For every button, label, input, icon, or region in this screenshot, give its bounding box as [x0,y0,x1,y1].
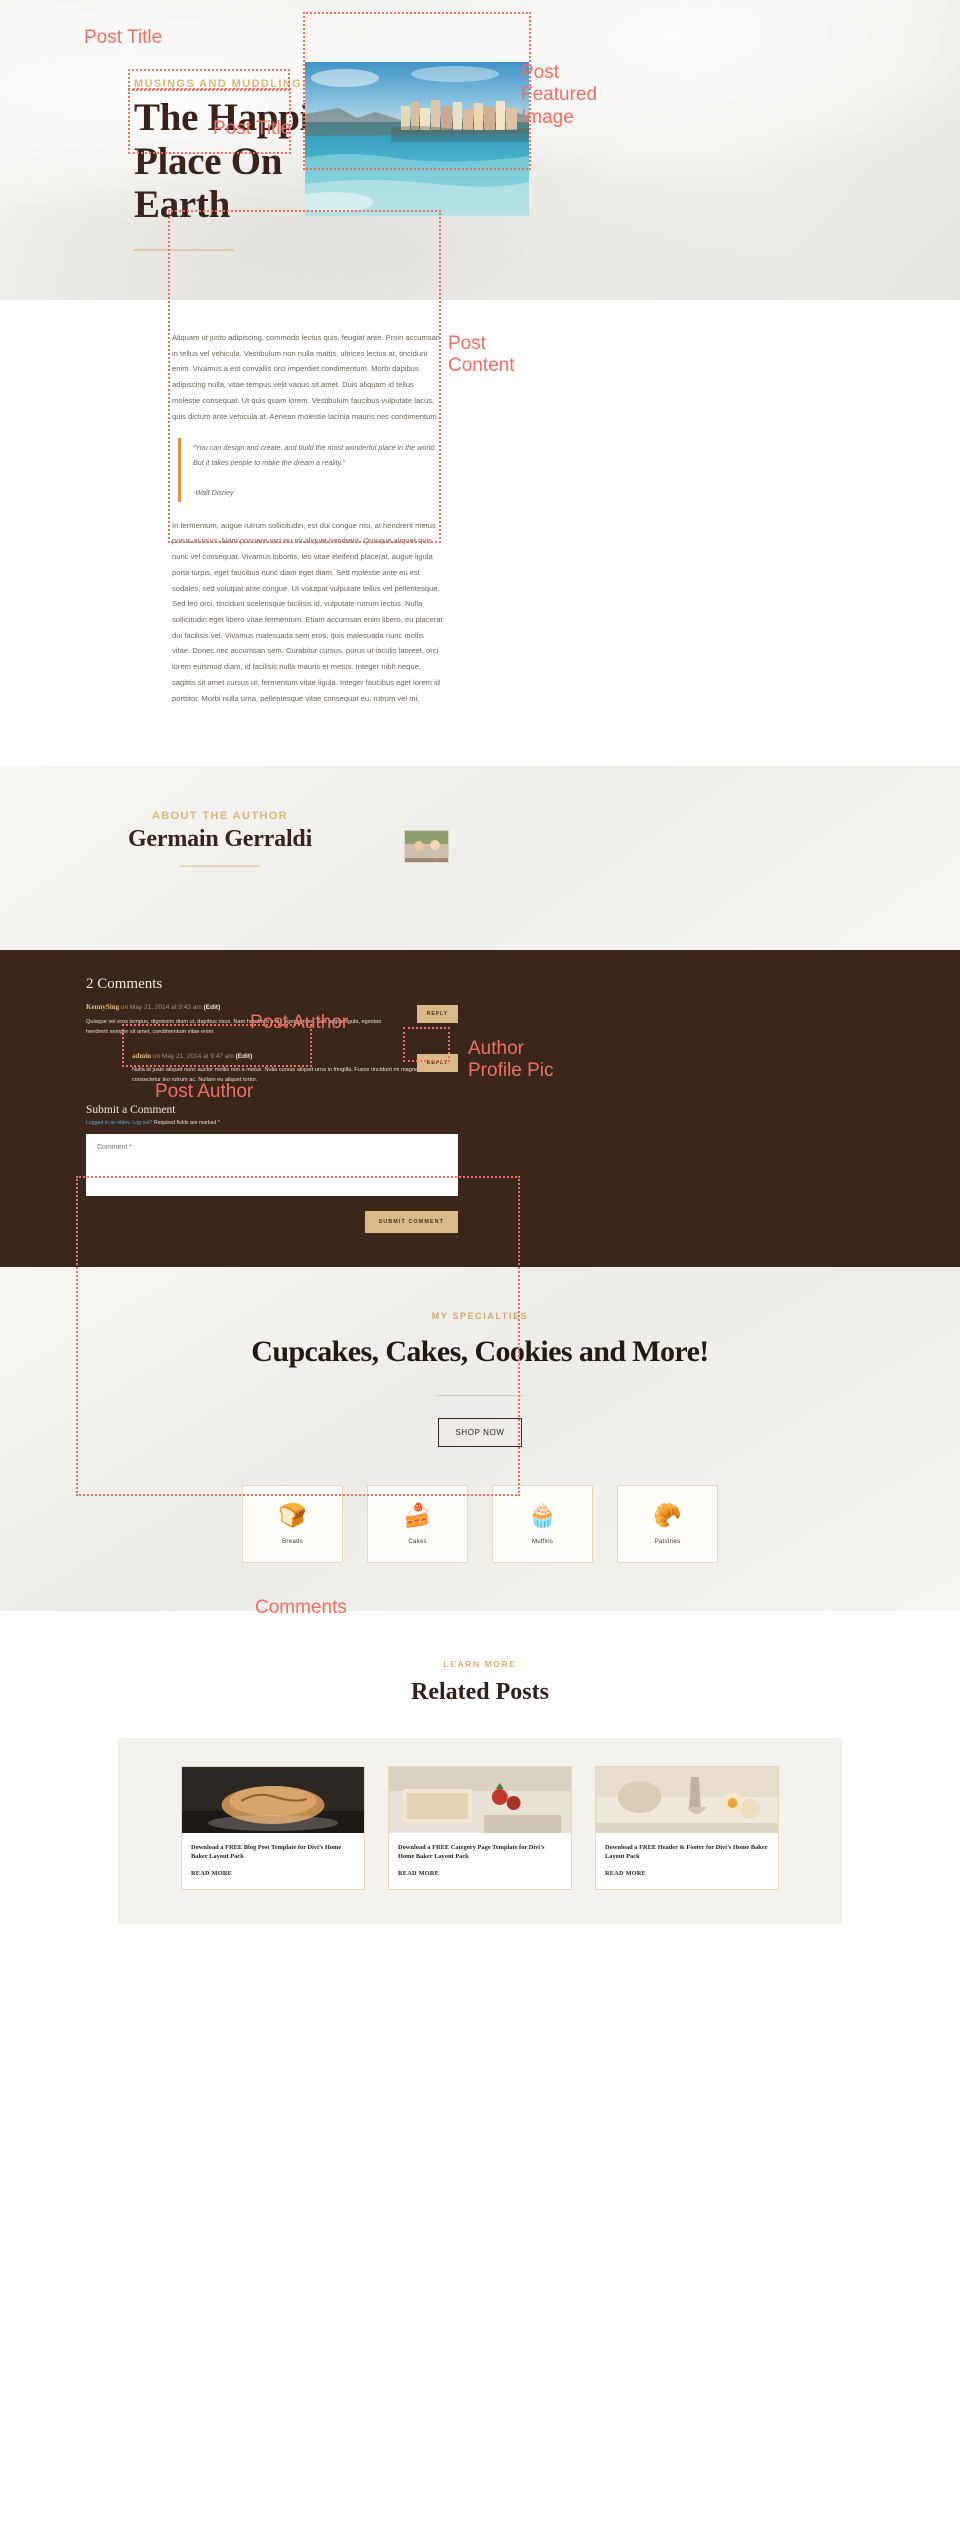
logged-in-notice: Logged in as etdev. Log out? Required fi… [86,1120,458,1126]
comment-edit-link[interactable]: (Edit) [204,1004,221,1011]
post-content: Aliquam ut justo adipiscing, commodo lec… [172,330,444,706]
related-post-title: Download a FREE Header & Footer for Divi… [605,1844,768,1861]
read-more-link[interactable]: READ MORE [398,1870,562,1877]
related-post-card[interactable]: Download a FREE Header & Footer for Divi… [595,1766,779,1890]
related-post-thumbnail [389,1767,571,1834]
cake-slice-icon: 🍰 [403,1501,432,1528]
submit-comment-heading: Submit a Comment [86,1104,176,1117]
specialty-card-label: Muffins [531,1537,554,1545]
related-post-thumbnail [182,1767,364,1834]
specialty-card-label: Patstries [654,1537,681,1545]
read-more-link[interactable]: READ MORE [191,1870,355,1877]
read-more-link[interactable]: READ MORE [605,1870,769,1877]
author-profile-pic [404,830,449,864]
related-post-card[interactable]: Download a FREE Blog Post Template for D… [181,1766,365,1890]
comment-item: KennySing on May 21, 2014 at 9:43 am (Ed… [86,1003,458,1037]
specialty-card-label: Cakes [408,1537,427,1545]
author-name: Germain Gerraldi [127,826,313,853]
logged-in-user-link[interactable]: Logged in as etdev. [86,1120,131,1126]
submit-comment-button[interactable]: SUBMIT COMMENT [364,1211,458,1234]
comment-author[interactable]: KennySing [86,1003,119,1011]
post-paragraph-1: Aliquam ut justo adipiscing, commodo lec… [172,333,441,421]
comments-section: 2 Comments KennySing on May 21, 2014 at … [0,950,960,1268]
related-post-card[interactable]: Download a FREE Category Page Template f… [388,1766,572,1890]
specialty-card-cakes[interactable]: 🍰 Cakes [367,1485,468,1564]
post-author-section: ABOUT THE AUTHOR Germain Gerraldi [0,766,960,951]
blockquote-citation: -Walt Disney [193,487,234,497]
author-avatar-graphic [405,831,448,863]
related-post-thumbnail [596,1767,778,1834]
specialty-card-label: Breads [282,1537,303,1545]
comment-date: on May 21, 2014 at 9:43 am [119,1004,204,1012]
featured-image-graphic [305,62,529,216]
muffin-icon: 🧁 [528,1501,557,1528]
post-content-section: Aliquam ut justo adipiscing, commodo lec… [0,300,960,767]
related-posts-section: LEARN MORE Related Posts Download a FREE… [0,1611,960,1974]
related-eyebrow: LEARN MORE [443,1659,517,1670]
comment-meta: KennySing on May 21, 2014 at 9:43 am (Ed… [86,1003,458,1013]
specialties-divider [437,1395,523,1397]
comment-body: Nulla at justo aliquet nunc auctor molli… [132,1067,431,1084]
specialty-card-pastries[interactable]: 🥐 Patstries [617,1485,718,1564]
post-paragraph-2: In fermentum, augue rutrum sollicitudin,… [172,520,443,703]
post-blockquote: “You can design and create, and build th… [178,438,444,502]
specialty-card-breads[interactable]: 🍞 Breads [242,1485,343,1564]
related-post-title: Download a FREE Category Page Template f… [398,1844,545,1861]
related-title: Related Posts [411,1679,549,1706]
comment-input[interactable] [86,1134,458,1197]
author-eyebrow: ABOUT THE AUTHOR [151,810,289,823]
specialties-section: MY SPECIALTIES Cupcakes, Cakes, Cookies … [0,1267,960,1612]
logout-link[interactable]: Log out? [131,1120,152,1126]
specialties-eyebrow: MY SPECIALTIES [431,1311,529,1322]
title-divider [134,249,234,252]
comment-date: on May 21, 2014 at 9:47 am [151,1052,236,1060]
hero-section: MUSINGS AND MUDDLINGS The Happiest Place… [0,0,960,300]
reply-button[interactable]: REPLY [416,1053,458,1072]
reply-button[interactable]: REPLY [416,1005,458,1024]
specialties-title: Cupcakes, Cakes, Cookies and More! [251,1335,709,1369]
blog-post-page: MUSINGS AND MUDDLINGS The Happiest Place… [0,0,960,1974]
specialty-cards-row: 🍞 Breads 🍰 Cakes 🧁 Muffins 🥐 Patstries [0,1485,960,1564]
related-post-title: Download a FREE Blog Post Template for D… [191,1844,342,1861]
croissant-icon: 🥐 [653,1501,682,1528]
related-posts-row: Download a FREE Blog Post Template for D… [118,1766,842,1890]
required-fields-note: Required fields are marked * [152,1120,220,1127]
author-block: ABOUT THE AUTHOR Germain Gerraldi [120,810,320,868]
author-divider [180,865,260,868]
shop-now-button[interactable]: SHOP NOW [438,1418,522,1448]
comment-body: Quisque vel eros tempus, dignissim diam … [86,1019,382,1035]
post-featured-image [305,62,529,216]
comments-heading: 2 Comments [86,976,163,993]
specialty-card-muffins[interactable]: 🧁 Muffins [492,1485,593,1564]
comment-edit-link[interactable]: (Edit) [236,1053,253,1060]
comment-meta: admin on May 21, 2014 at 9:47 am (Edit) [132,1052,458,1062]
blockquote-text: “You can design and create, and build th… [193,443,437,468]
comment-author[interactable]: admin [132,1052,151,1060]
comment-item: admin on May 21, 2014 at 9:47 am (Edit) … [132,1052,458,1086]
bread-slices-icon: 🍞 [278,1501,307,1528]
